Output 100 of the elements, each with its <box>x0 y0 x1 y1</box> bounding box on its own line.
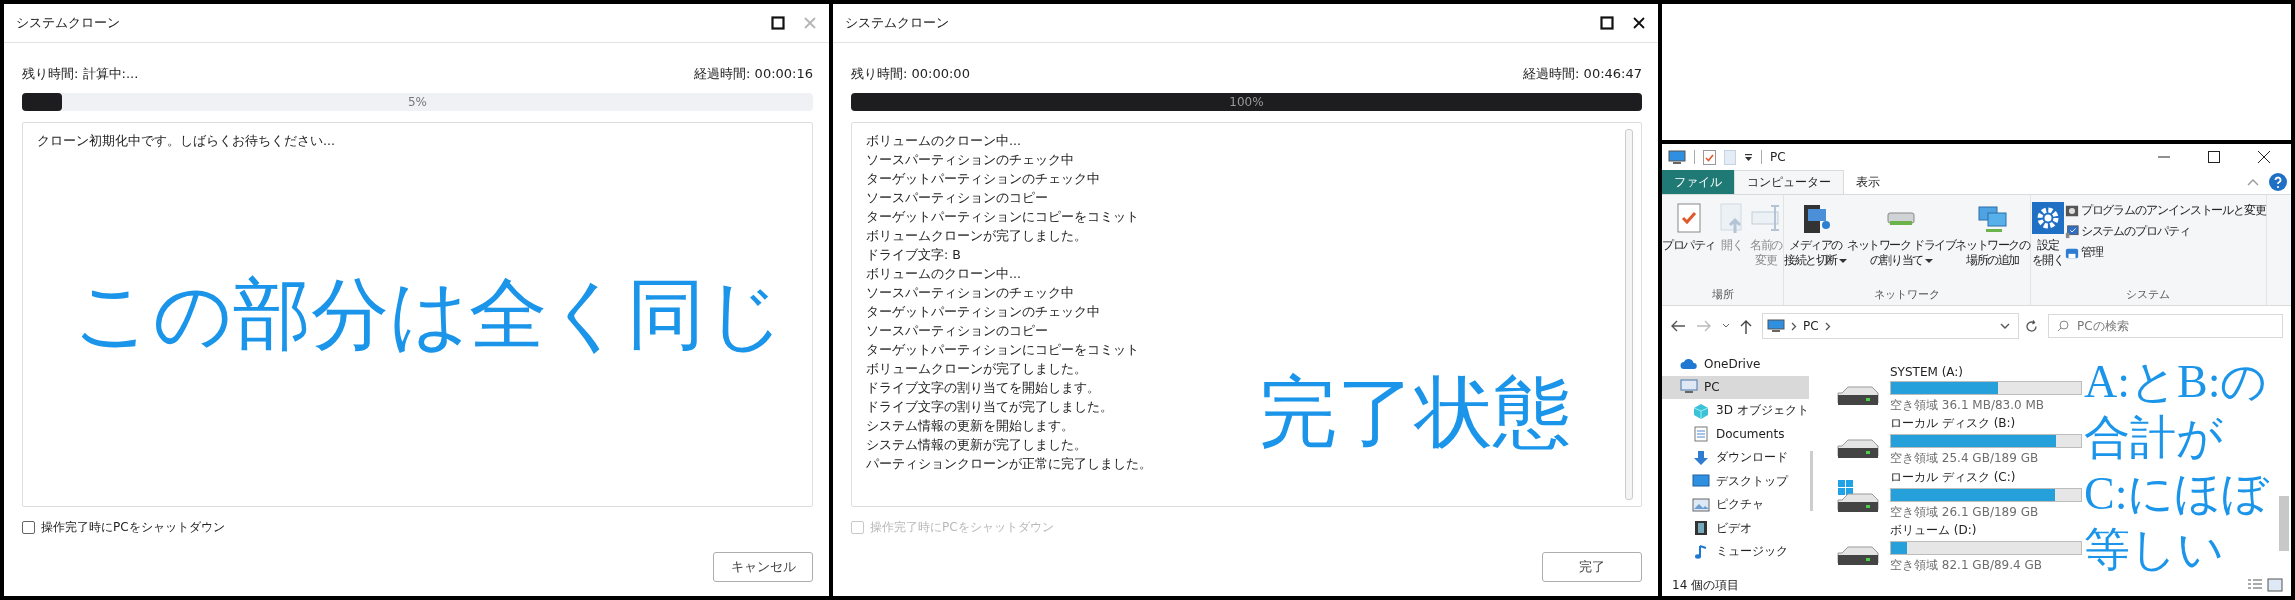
tiles-view-icon[interactable] <box>2267 578 2283 592</box>
log-line: ボリュームのクローン中... <box>866 265 1022 283</box>
back-icon[interactable] <box>1670 320 1686 332</box>
action-button[interactable]: キャンセル <box>713 552 813 582</box>
download-icon <box>1692 449 1710 466</box>
film-icon <box>1692 520 1710 537</box>
drive-icon <box>1836 439 1880 459</box>
log-line: ボリュームクローンが完了しました。 <box>866 360 1088 378</box>
annotation-text: 完了状態 <box>1259 368 1571 458</box>
nav-item[interactable]: ビデオ <box>1662 516 1809 540</box>
log-line: ターゲットパーティションにコピーをコミット <box>866 341 1140 359</box>
cube-icon <box>1692 402 1710 419</box>
drive-name: ボリューム (D:) <box>1890 522 1978 539</box>
ribbon-button[interactable]: ネットワーク ドライブ の割り当て <box>1847 199 1956 287</box>
up-icon[interactable] <box>1740 318 1752 334</box>
drive-name: ローカル ディスク (B:) <box>1890 415 2017 432</box>
properties-icon[interactable] <box>1703 149 1716 165</box>
ribbon-button[interactable]: プログラムのアンインストールと変更 <box>2064 201 2266 220</box>
picture-icon <box>1692 496 1710 513</box>
free-space-text: 空き領域 36.1 MB/83.0 MB <box>1890 396 2046 414</box>
log-line: ターゲットパーティションのチェック中 <box>866 170 1101 188</box>
group-label: 場所 <box>1710 287 1735 302</box>
ribbon-tab[interactable]: コンピューター <box>1734 170 1844 194</box>
ribbon-button[interactable]: プロパティ <box>1662 199 1715 287</box>
log-line: ターゲットパーティションのチェック中 <box>866 303 1101 321</box>
caret-icon <box>1924 258 1933 264</box>
elapsed-time: 経過時間: 00:00:16 <box>694 65 813 83</box>
nav-item[interactable]: Documents <box>1662 422 1809 446</box>
ribbon-button[interactable]: ネットワークの 場所の追加 <box>1955 199 2030 287</box>
ribbon-button[interactable]: 設定 を開く <box>2030 199 2065 287</box>
drive-icon <box>1836 546 1880 566</box>
caret-icon <box>1839 258 1848 264</box>
window-title: PC <box>1770 150 1786 164</box>
path-segment[interactable]: PC <box>1803 319 1819 333</box>
nav-item[interactable]: ピクチャ <box>1662 493 1809 517</box>
window-title: システムクローン <box>845 14 950 32</box>
log-line: ボリュームのクローン中... <box>866 132 1022 150</box>
log-line: ターゲットパーティションにコピーをコミット <box>866 208 1140 226</box>
search-icon <box>2057 320 2069 332</box>
annotation-text: この部分は全く同じ <box>73 270 785 360</box>
log-line: ボリュームクローンが完了しました。 <box>866 227 1088 245</box>
nav-item[interactable]: 3D オブジェクト <box>1662 399 1809 423</box>
chevron-icon[interactable] <box>1791 321 1797 331</box>
annotation-text: A:とB:の 合計が C:にほぼ 等しい <box>2084 355 2269 577</box>
window-title: システムクローン <box>16 14 121 32</box>
close-icon[interactable] <box>1632 16 1646 30</box>
nav-item[interactable]: デスクトップ <box>1662 469 1809 493</box>
chevron-icon[interactable] <box>1824 321 1831 331</box>
log-line: システム情報の更新が完了しました。 <box>866 436 1088 454</box>
search-field[interactable]: PCの検索 <box>2048 314 2283 338</box>
collapse-icon[interactable] <box>2247 178 2259 186</box>
maximize-icon[interactable] <box>1600 16 1614 30</box>
log-line: ソースパーティションのチェック中 <box>866 284 1075 302</box>
desktop-icon <box>1692 473 1710 490</box>
help-icon[interactable] <box>2269 173 2287 191</box>
ribbon-button[interactable]: メディアの 接続と切断 <box>1784 199 1848 287</box>
drive-icon <box>1836 385 1880 406</box>
nav-item[interactable]: ダウンロード <box>1662 446 1809 470</box>
maximize-icon[interactable] <box>771 16 785 30</box>
group-label: システム <box>2125 287 2172 302</box>
progress-label: 5% <box>408 95 427 109</box>
computer-icon <box>1767 319 1785 333</box>
remaining-time: 残り時間: 00:00:00 <box>851 65 970 83</box>
close-icon[interactable] <box>2258 151 2270 163</box>
drive-name: ローカル ディスク (C:) <box>1890 468 2017 486</box>
log-line: ソースパーティションのコピー <box>866 322 1049 340</box>
monitor-check-icon <box>2064 224 2079 239</box>
nav-item[interactable]: OneDrive <box>1662 352 1809 376</box>
log-line: ソースパーティションのコピー <box>866 189 1049 207</box>
drive-name: SYSTEM (A:) <box>1890 364 1965 379</box>
refresh-icon[interactable] <box>2025 319 2038 333</box>
caret-icon[interactable] <box>1744 152 1753 162</box>
log-line: ドライブ文字の割り当てが完了しました。 <box>866 398 1114 416</box>
nav-item[interactable]: ミュージック <box>1662 540 1809 564</box>
recent-icon[interactable] <box>1722 323 1730 329</box>
remaining-time: 残り時間: 計算中:... <box>22 65 139 83</box>
ribbon-tab[interactable]: ファイル <box>1662 170 1734 194</box>
log-line: ドライブ文字の割り当てを開始します。 <box>866 379 1101 397</box>
log-line: ドライブ文字: B <box>866 246 962 264</box>
scrollbar[interactable] <box>1625 129 1633 500</box>
maximize-icon[interactable] <box>2208 151 2220 163</box>
group-label: ネットワーク <box>1872 287 1941 302</box>
log-line: パーティションクローンが正常に完了しました。 <box>866 455 1153 473</box>
log-line: ソースパーティションのチェック中 <box>866 151 1075 169</box>
dropdown-icon[interactable] <box>2000 322 2010 330</box>
free-space-text: 空き領域 26.1 GB/189 GB <box>1890 503 2040 521</box>
drive-icon <box>1836 479 1880 513</box>
shutdown-checkbox[interactable]: 操作完了時にPCをシャットダウン <box>22 519 813 536</box>
free-space-text: 空き領域 25.4 GB/189 GB <box>1890 450 2040 467</box>
ribbon-button[interactable]: 管理 <box>2064 243 2266 262</box>
action-button[interactable]: 完了 <box>1542 552 1642 582</box>
nav-item[interactable]: PC <box>1662 375 1809 399</box>
computer-icon <box>1668 149 1686 165</box>
elapsed-time: 経過時間: 00:46:47 <box>1523 65 1642 83</box>
status-text: 14 個の項目 <box>1672 576 1740 594</box>
address-bar[interactable]: PC <box>1762 313 2019 339</box>
log-line: システム情報の更新を開始します。 <box>866 417 1075 435</box>
monitor-icon <box>1680 379 1698 396</box>
progress-label: 100% <box>1229 95 1264 109</box>
ribbon-button[interactable]: システムのプロパティ <box>2064 222 2266 241</box>
